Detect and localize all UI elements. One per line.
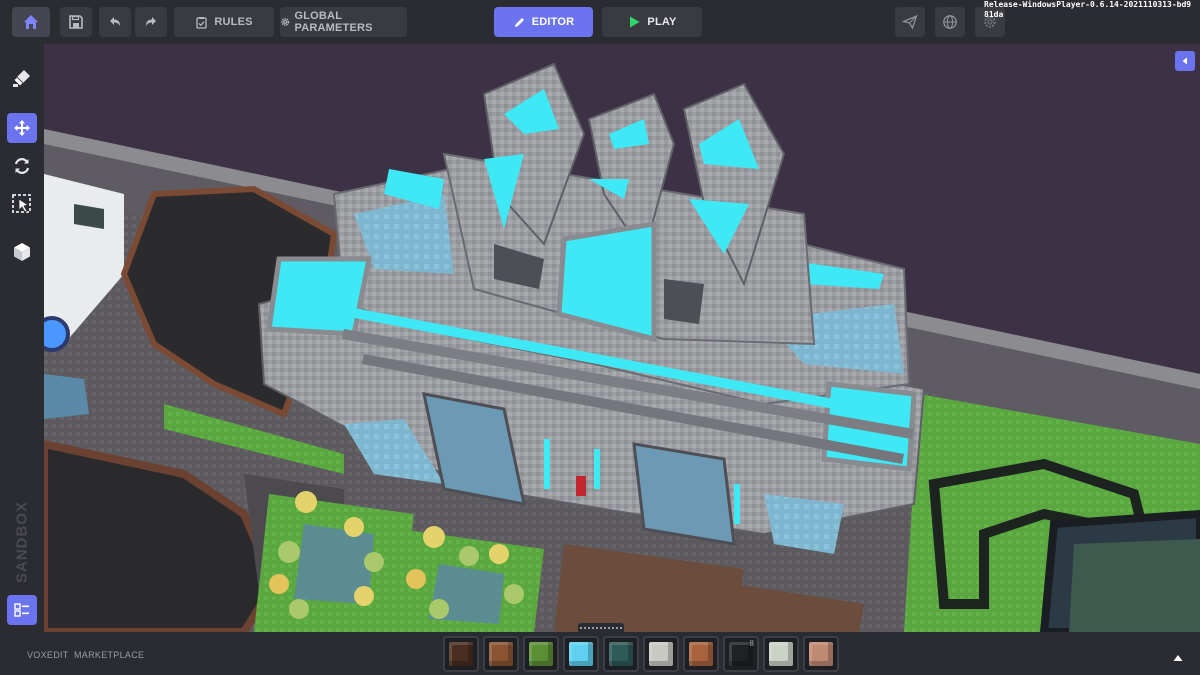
editor-viewport[interactable] — [44, 44, 1200, 632]
hotbar-slot-brown-block[interactable] — [483, 636, 519, 672]
hotbar-slot-light-stone-block[interactable] — [643, 636, 679, 672]
layers-button[interactable] — [7, 595, 37, 625]
salmon-block-icon — [809, 642, 833, 666]
brown-block-icon — [489, 642, 513, 666]
caret-up-icon — [1173, 655, 1183, 661]
list-icon — [14, 603, 29, 617]
grass-block-icon — [529, 642, 553, 666]
save-button[interactable] — [60, 7, 92, 37]
top-toolbar: RULES GLOBAL PARAMETERS EDITOR PLAY Rele… — [0, 0, 1200, 44]
world-button[interactable] — [935, 7, 965, 37]
left-toolbar: SANDBOX — [0, 44, 44, 632]
gear-icon — [281, 18, 290, 26]
save-icon — [69, 15, 83, 29]
slot-number: 8 — [749, 639, 754, 648]
voxedit-link[interactable]: VOXEDIT — [27, 650, 69, 660]
sandbox-logo: SANDBOX — [13, 500, 31, 584]
rotate-icon — [14, 158, 30, 174]
left-fountain — [44, 374, 89, 419]
hotbar-slot-salmon-block[interactable] — [803, 636, 839, 672]
hotbar-slot-dark-wood-block[interactable] — [443, 636, 479, 672]
move-arrows-icon — [14, 120, 30, 136]
play-icon — [630, 16, 640, 28]
caret-left-icon — [1182, 57, 1187, 65]
move-tool-button[interactable] — [7, 113, 37, 143]
play-label: PLAY — [647, 16, 677, 28]
hotbar-drag-handle[interactable] — [578, 623, 624, 632]
ice-block-icon — [569, 642, 593, 666]
asset-tool-button[interactable] — [7, 237, 37, 267]
selection-cursor-icon — [12, 194, 31, 213]
publish-button[interactable] — [895, 7, 925, 37]
hotbar-slot-ice-block[interactable] — [563, 636, 599, 672]
spawn-point-marker — [44, 316, 70, 352]
paint-tool-button[interactable] — [7, 63, 37, 93]
pencil-icon — [514, 17, 524, 27]
home-button[interactable] — [12, 7, 50, 37]
paint-brush-icon — [13, 70, 30, 87]
paper-plane-icon — [902, 14, 918, 30]
redo-button[interactable] — [135, 7, 167, 37]
hotbar-slot-terracotta-block[interactable] — [683, 636, 719, 672]
pale-stone-block-icon — [769, 642, 793, 666]
tab-editor[interactable]: EDITOR — [494, 7, 593, 37]
undo-button[interactable] — [99, 7, 131, 37]
redo-icon — [146, 17, 156, 26]
bottom-bar: VOXEDIT MARKETPLACE 8 — [0, 632, 1200, 675]
global-parameters-label: GLOBAL PARAMETERS — [294, 10, 373, 34]
voxel-scene — [44, 44, 1200, 632]
globe-icon — [943, 15, 957, 29]
arena-floor — [1069, 539, 1200, 632]
version-label: Release-WindowsPlayer-0.6.14-2021110313-… — [984, 0, 1192, 19]
global-parameters-button[interactable]: GLOBAL PARAMETERS — [280, 7, 407, 37]
terracotta-block-icon — [689, 642, 713, 666]
teal-block-icon — [609, 642, 633, 666]
rules-button[interactable]: RULES — [174, 7, 274, 37]
dark-wood-block-icon — [449, 642, 473, 666]
collapse-panel-button[interactable] — [1175, 51, 1195, 71]
hotbar-slot-grass-block[interactable] — [523, 636, 559, 672]
hotbar-slot-pale-stone-block[interactable] — [763, 636, 799, 672]
marketplace-link[interactable]: MARKETPLACE — [74, 650, 144, 660]
rotate-tool-button[interactable] — [7, 151, 37, 181]
undo-icon — [110, 17, 120, 26]
cube-icon — [14, 243, 30, 261]
clipboard-check-icon — [196, 16, 208, 29]
editor-label: EDITOR — [531, 16, 575, 28]
select-tool-button[interactable] — [7, 189, 37, 219]
home-icon — [24, 15, 38, 29]
tab-play[interactable]: PLAY — [602, 7, 702, 37]
rules-label: RULES — [214, 16, 253, 28]
light-stone-block-icon — [649, 642, 673, 666]
hotbar-slot-black-block[interactable]: 8 — [723, 636, 759, 672]
hotbar-slot-teal-block[interactable] — [603, 636, 639, 672]
block-hotbar: 8 — [443, 636, 839, 672]
expand-up-button[interactable] — [1172, 650, 1184, 668]
